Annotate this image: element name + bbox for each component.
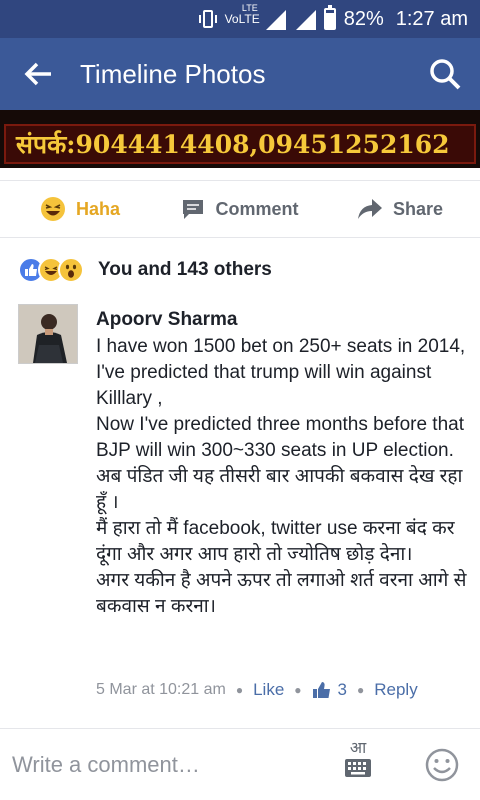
comment-icon xyxy=(181,198,205,220)
comment-line: मैं हारा तो मैं facebook, twitter use कर… xyxy=(96,518,455,565)
comment-line: I have won 1500 bet on 250+ seats in 201… xyxy=(96,336,466,409)
like-count-value: 3 xyxy=(337,680,347,699)
separator-dot: ● xyxy=(235,683,244,697)
comment-timestamp: 5 Mar at 10:21 am xyxy=(96,681,226,698)
separator-dot: ● xyxy=(357,683,365,697)
signal-icon xyxy=(265,10,286,30)
search-icon[interactable] xyxy=(410,38,480,110)
comment-like-count[interactable]: 3 xyxy=(312,680,347,700)
app-header: Timeline Photos xyxy=(0,38,480,110)
reactions-text: You and 143 others xyxy=(98,259,272,280)
keyboard-language-glyph: आ xyxy=(349,739,367,757)
battery-icon xyxy=(323,5,336,30)
network-label: VoLTE xyxy=(224,12,260,26)
separator-dot: ● xyxy=(294,683,302,697)
page-title: Timeline Photos xyxy=(80,58,266,89)
share-icon xyxy=(357,198,383,220)
action-bar: Haha Comment Share xyxy=(0,180,480,238)
clock: 1:27 am xyxy=(395,7,468,30)
status-bar: VoLTE LTE 82% 1:27 am xyxy=(0,0,480,38)
haha-label: Haha xyxy=(75,198,120,219)
like-link[interactable]: Like xyxy=(253,680,284,700)
comment-meta: 5 Mar at 10:21 am ● Like ● 3 ● Reply xyxy=(96,680,476,700)
comment-input[interactable]: Write a comment… xyxy=(0,752,338,778)
haha-icon xyxy=(40,196,66,222)
comment-line: अब पंडित जी यह तीसरी बार आपकी बकवास देख … xyxy=(96,466,463,513)
battery-percent: 82% xyxy=(343,7,384,30)
share-button[interactable]: Share xyxy=(320,198,480,220)
network-type: VoLTE LTE xyxy=(224,3,260,26)
comment-body: Apoorv Sharma I have won 1500 bet on 250… xyxy=(96,308,468,620)
comment-author[interactable]: Apoorv Sharma xyxy=(96,308,468,332)
comment-line: अगर यकीन है अपने ऊपर तो लगाओ शर्त वरना आ… xyxy=(96,570,467,617)
reply-link[interactable]: Reply xyxy=(374,680,417,700)
reaction-icons xyxy=(18,257,84,283)
comment-line: Now I've predicted three months before t… xyxy=(96,414,464,461)
emoji-icon[interactable] xyxy=(424,747,460,783)
comment-text: I have won 1500 bet on 250+ seats in 201… xyxy=(96,334,468,620)
avatar[interactable] xyxy=(18,304,78,364)
keyboard-icon[interactable]: आ xyxy=(338,739,378,789)
haha-button[interactable]: Haha xyxy=(0,196,160,222)
battery-fill xyxy=(325,13,334,28)
signal-icon-2 xyxy=(295,10,316,30)
timeline-photo[interactable]: संपर्क:9044414408,09451252162 xyxy=(0,110,480,168)
arrow-left-icon[interactable] xyxy=(8,38,68,110)
comment-label: Comment xyxy=(215,198,299,219)
photo-banner-text: संपर्क:9044414408,09451252162 xyxy=(4,124,476,164)
thumbs-up-icon xyxy=(312,682,330,698)
comment-button[interactable]: Comment xyxy=(160,198,320,220)
share-label: Share xyxy=(392,198,444,219)
vibrate-icon xyxy=(198,10,217,28)
wow-icon xyxy=(58,257,84,283)
lte-badge: LTE xyxy=(241,3,258,13)
reactions-summary[interactable]: You and 143 others xyxy=(18,254,272,286)
comment-composer: Write a comment… आ xyxy=(0,728,480,800)
